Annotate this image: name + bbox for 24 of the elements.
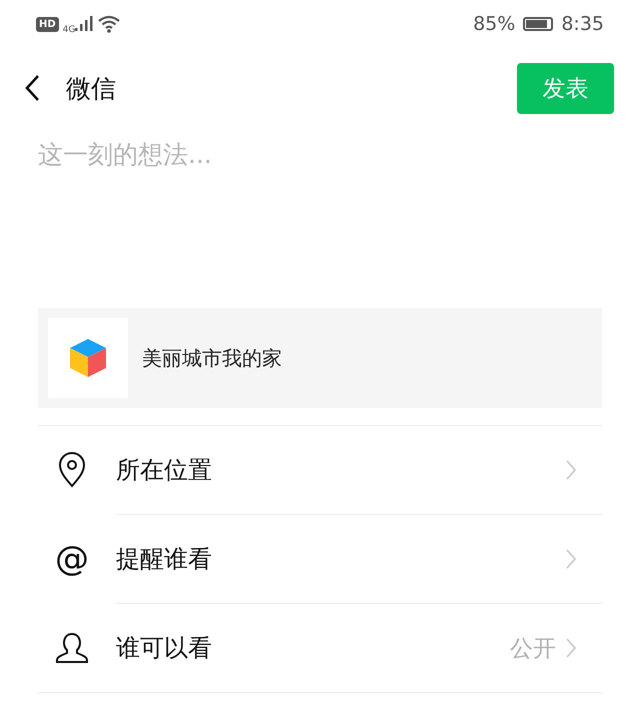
battery-icon [523, 17, 554, 31]
signal-icon [75, 16, 94, 32]
option-label: 提醒谁看 [116, 544, 213, 575]
chevron-icon [566, 638, 576, 658]
mention-icon: @ [55, 542, 89, 576]
option-value: 公开 [510, 634, 556, 664]
link-card[interactable]: 美丽城市我的家 [38, 308, 602, 408]
hd-badge: HD [36, 16, 59, 32]
chevron-icon [566, 549, 576, 569]
person-icon [55, 632, 89, 664]
link-title: 美丽城市我的家 [142, 344, 282, 372]
option-row[interactable]: 所在位置 [116, 426, 602, 515]
option-label: 所在位置 [116, 455, 213, 486]
option-label: 谁可以看 [116, 633, 213, 664]
back-icon[interactable] [24, 74, 40, 102]
battery-percent: 85% [473, 13, 516, 35]
location-pin-icon [57, 452, 87, 488]
option-row[interactable]: 谁可以看 公开 [38, 604, 602, 693]
chevron-icon [566, 460, 576, 480]
cube-icon [68, 337, 108, 379]
page-title: 微信 [66, 72, 117, 104]
clock-time: 8:35 [561, 13, 604, 35]
network-type: 4G [62, 25, 76, 35]
wifi-icon [97, 15, 122, 33]
